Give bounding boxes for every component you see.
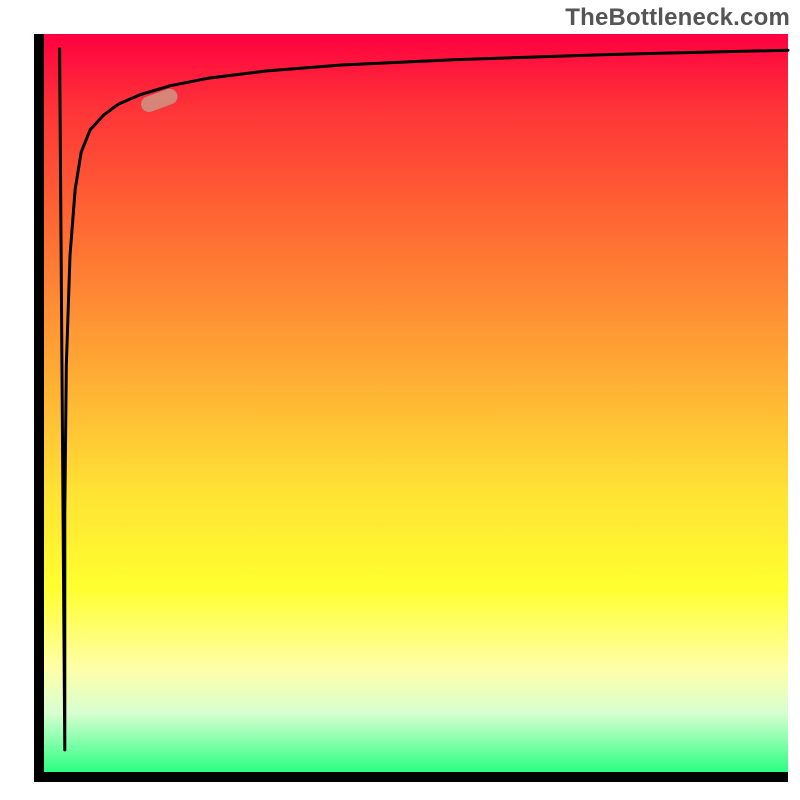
chart-canvas: TheBottleneck.com <box>0 0 800 800</box>
watermark-text: TheBottleneck.com <box>565 4 790 32</box>
curve-marker <box>139 86 180 114</box>
curve-path <box>60 49 788 750</box>
curve-layer <box>0 0 800 800</box>
